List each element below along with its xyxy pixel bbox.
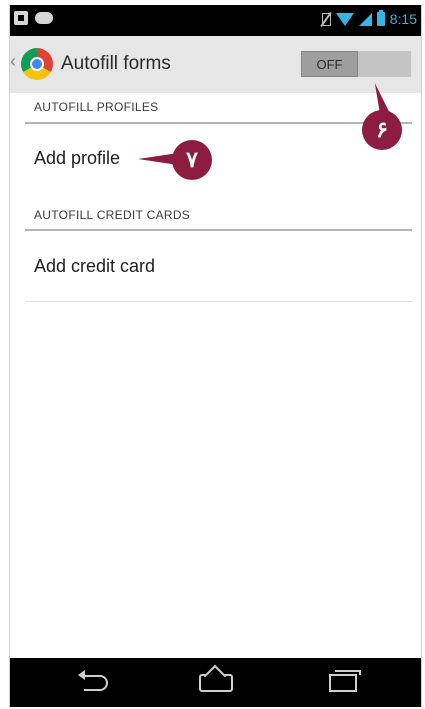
signal-icon [358,12,372,26]
back-caret-icon[interactable]: ‹ [10,52,16,70]
page-title: Autofill forms [61,53,171,74]
add-profile-label: Add profile [34,148,121,168]
recents-button[interactable] [323,670,363,696]
back-icon [78,670,108,691]
add-profile-item[interactable]: Add profile [25,133,412,185]
wifi-icon [335,12,354,26]
action-bar: ‹ Autofill forms OFF [10,36,421,93]
back-button[interactable] [76,670,116,696]
callout-badge-7: ۷ [172,140,212,180]
status-left [14,11,53,25]
status-right: 8:15 [321,10,417,27]
section-header-profiles: AUTOFILL PROFILES [34,100,159,114]
toggle-off-label: OFF [301,51,358,77]
chrome-icon[interactable] [21,48,53,80]
recents-icon [329,670,361,692]
navigation-bar [10,658,421,707]
game-controller-icon [35,12,53,24]
home-icon [199,674,233,692]
add-credit-card-label: Add credit card [34,256,156,276]
notification-icon [14,11,28,25]
add-credit-card-item[interactable]: Add credit card [25,241,412,293]
battery-icon [376,10,385,26]
device-screen: 8:15 ‹ Autofill forms OFF AUTOFILL PROFI… [9,5,422,707]
section-divider [25,122,412,124]
no-sim-icon [321,12,331,26]
list-divider [25,301,412,302]
status-bar: 8:15 [10,5,421,36]
autofill-toggle[interactable]: OFF [301,51,411,77]
clock: 8:15 [389,11,417,27]
section-divider [25,229,412,231]
home-button[interactable] [196,670,236,696]
callout-badge-6: ۶ [362,110,402,150]
section-header-credit-cards: AUTOFILL CREDIT CARDS [34,208,191,222]
